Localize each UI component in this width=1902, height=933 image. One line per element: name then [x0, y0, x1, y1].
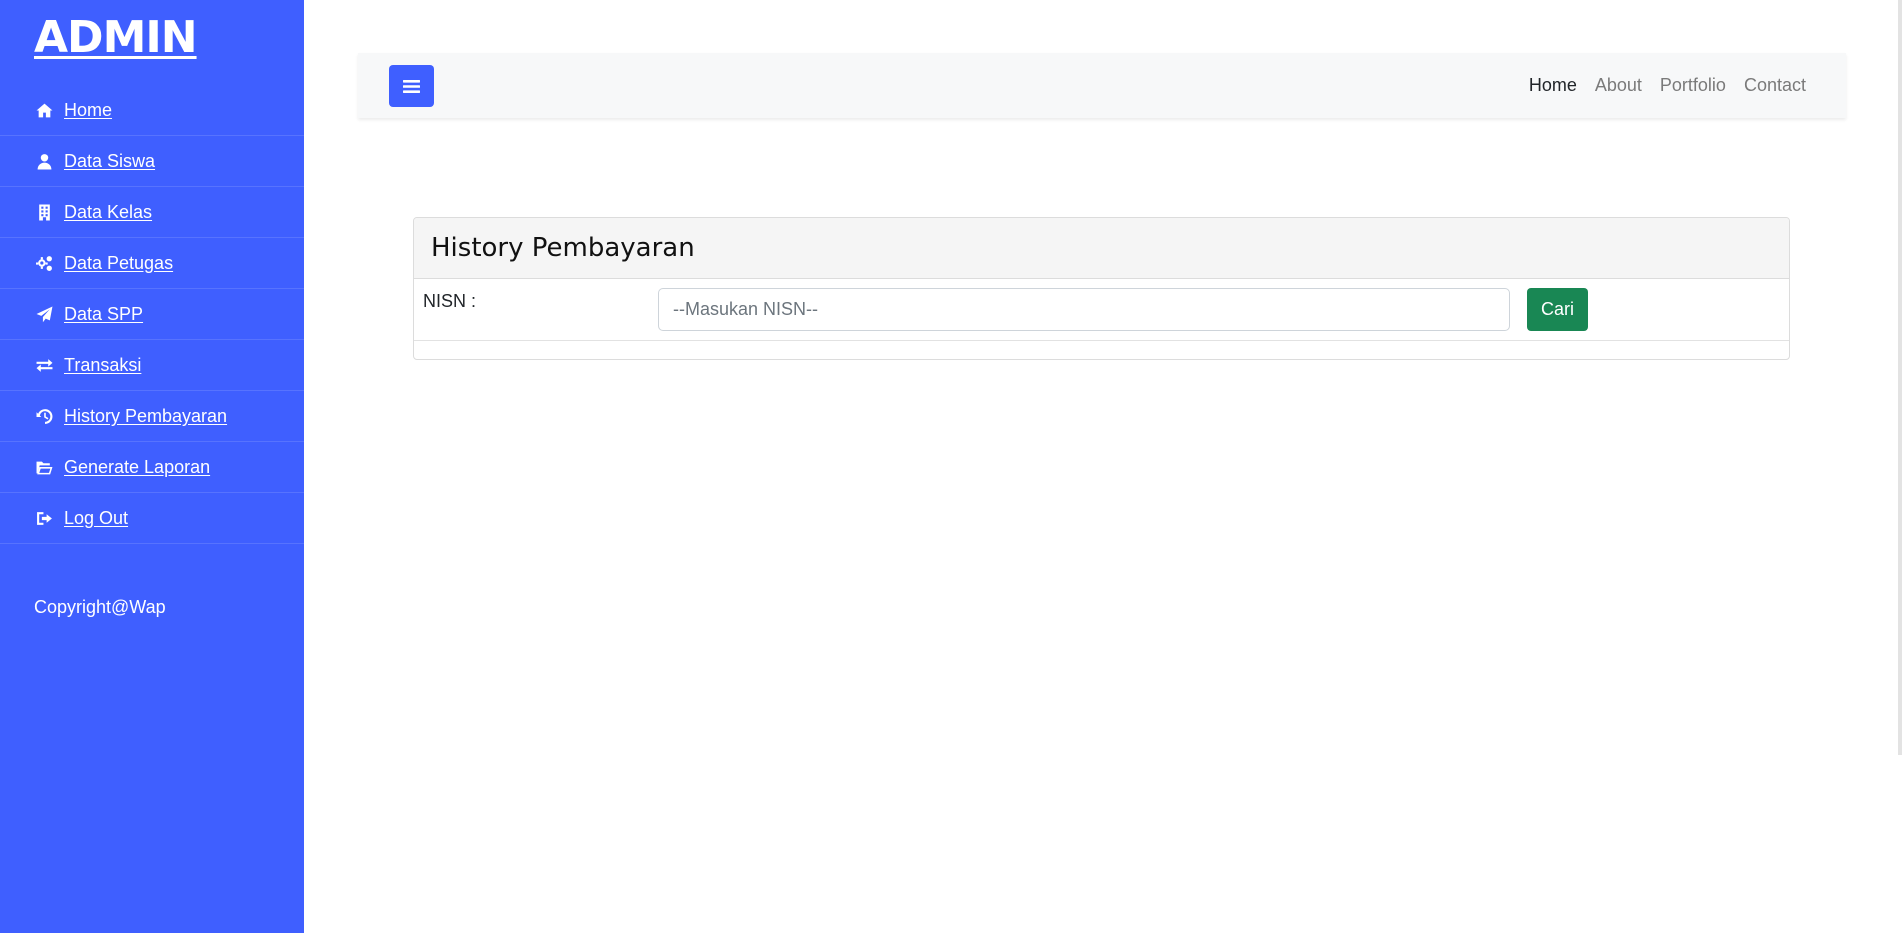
copyright-text: Copyright@Wap [34, 597, 166, 617]
nisn-input[interactable] [658, 288, 1510, 331]
top-navbar: Home About Portfolio Contact [358, 53, 1846, 118]
exchange-icon [34, 355, 54, 375]
history-icon [34, 406, 54, 426]
search-form-row: NISN : Cari [414, 279, 1789, 341]
sidebar-item-label[interactable]: Data Siswa [64, 151, 155, 172]
sidebar-item-data-kelas[interactable]: Data Kelas [0, 187, 304, 238]
user-icon [34, 151, 54, 171]
sidebar-item-label[interactable]: Data Petugas [64, 253, 173, 274]
sidebar-toggle-button[interactable] [389, 65, 434, 107]
sidebar-item-transaksi[interactable]: Transaksi [0, 340, 304, 391]
sidebar-item-data-petugas[interactable]: Data Petugas [0, 238, 304, 289]
sidebar-item-home[interactable]: Home [0, 85, 304, 136]
top-nav-links: Home About Portfolio Contact [1529, 53, 1806, 118]
home-icon [34, 100, 54, 120]
nav-link-home[interactable]: Home [1529, 75, 1577, 96]
sidebar: ADMIN Home Data Siswa Data Kelas Data Pe… [0, 0, 304, 933]
nisn-label: NISN : [423, 291, 477, 311]
sidebar-item-history-pembayaran[interactable]: History Pembayaran [0, 391, 304, 442]
sidebar-item-label[interactable]: Generate Laporan [64, 457, 210, 478]
sidebar-item-label[interactable]: History Pembayaran [64, 406, 227, 427]
bars-icon [403, 79, 420, 94]
sidebar-item-label[interactable]: Data SPP [64, 304, 143, 325]
sign-out-icon [34, 508, 54, 528]
search-button[interactable]: Cari [1527, 288, 1588, 331]
paper-plane-icon [34, 304, 54, 324]
nav-link-portfolio[interactable]: Portfolio [1660, 75, 1726, 96]
cogs-icon [34, 253, 54, 273]
sidebar-item-generate-laporan[interactable]: Generate Laporan [0, 442, 304, 493]
sidebar-item-label[interactable]: Log Out [64, 508, 128, 529]
history-card: History Pembayaran NISN : Cari [413, 217, 1790, 360]
nav-link-contact[interactable]: Contact [1744, 75, 1806, 96]
sidebar-item-log-out[interactable]: Log Out [0, 493, 304, 544]
building-icon [34, 202, 54, 222]
card-header: History Pembayaran [414, 218, 1789, 279]
sidebar-item-data-siswa[interactable]: Data Siswa [0, 136, 304, 187]
brand-logo[interactable]: ADMIN [34, 12, 198, 64]
sidebar-nav: Home Data Siswa Data Kelas Data Petugas … [0, 85, 304, 544]
sidebar-item-label[interactable]: Transaksi [64, 355, 141, 376]
nav-link-about[interactable]: About [1595, 75, 1642, 96]
page-title: History Pembayaran [431, 233, 695, 263]
sidebar-item-label[interactable]: Data Kelas [64, 202, 152, 223]
sidebar-item-label[interactable]: Home [64, 100, 112, 121]
sidebar-item-data-spp[interactable]: Data SPP [0, 289, 304, 340]
page-scrollbar[interactable] [1898, 0, 1902, 755]
folder-open-icon [34, 457, 54, 477]
